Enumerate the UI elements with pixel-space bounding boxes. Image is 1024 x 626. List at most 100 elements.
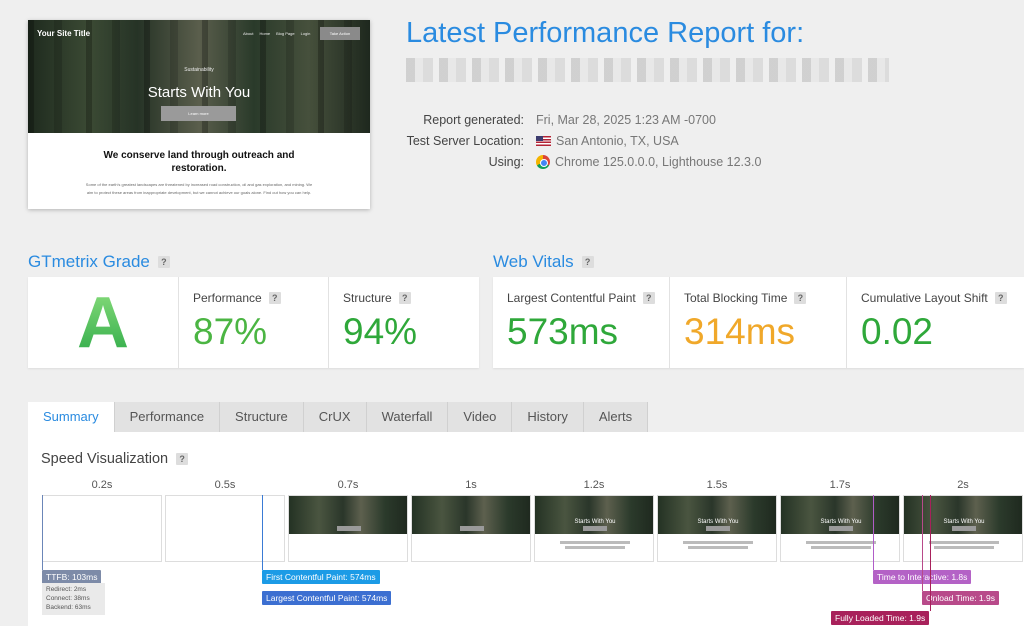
help-icon[interactable]: ? [157, 256, 170, 268]
structure-metric: Structure ? 94% [329, 277, 479, 368]
meta-label: Report generated: [423, 112, 524, 127]
help-icon[interactable]: ? [398, 292, 411, 304]
tab-structure[interactable]: Structure [220, 402, 304, 432]
frame-time-label: 1.5s [706, 479, 728, 491]
performance-metric: Performance ? 87% [179, 277, 329, 368]
report-title: Latest Performance Report for: [406, 17, 805, 49]
filmstrip-frame[interactable]: 0.5s [165, 478, 285, 562]
meta-label: Test Server Location: [406, 133, 524, 148]
preview-site-title: Your Site Title [37, 29, 91, 38]
lcp-label-row: Largest Contentful Paint ? [507, 291, 669, 305]
frame-hero-image [658, 496, 776, 534]
us-flag-icon [536, 135, 551, 146]
filmstrip-frame[interactable]: 1.5s Starts With You [657, 478, 777, 562]
preview-nav-item: About [243, 31, 254, 36]
report-tabs: Summary Performance Structure CrUX Water… [28, 402, 649, 432]
lcp-metric: Largest Contentful Paint ? 573ms [493, 277, 670, 368]
backend-time: Backend: 63ms [46, 604, 91, 611]
tab-crux[interactable]: CrUX [303, 402, 367, 432]
filmstrip-frame[interactable]: 0.2s [42, 478, 162, 562]
preview-cta-button: Take Action [320, 27, 360, 40]
filmstrip-frame[interactable]: 1.2s Starts With You [534, 478, 654, 562]
help-icon[interactable]: ? [268, 292, 281, 304]
filmstrip-frame[interactable]: 1s [411, 478, 531, 562]
frame-text-line [934, 546, 994, 549]
frame-text-line [929, 541, 999, 544]
speed-visualization-title: Speed Visualization [41, 451, 169, 467]
cls-label: Cumulative Layout Shift [861, 291, 988, 305]
fully-loaded-marker: Fully Loaded Time: 1.9s [831, 611, 930, 625]
chrome-icon [536, 154, 550, 169]
help-icon[interactable]: ? [794, 292, 807, 304]
fcp-marker-line [262, 495, 263, 570]
lcp-value: 573ms [507, 311, 619, 352]
frame-screenshot [411, 495, 531, 562]
preview-headline: We conserve land through outreach and re… [103, 150, 295, 174]
meta-row-location: Test Server Location: San Antonio, TX, U… [406, 130, 836, 151]
tab-waterfall[interactable]: Waterfall [366, 402, 449, 432]
frame-hero-image [412, 496, 530, 534]
report-meta: Report generated: Fri, Mar 28, 2025 1:23… [406, 109, 836, 172]
cls-metric: Cumulative Layout Shift ? 0.02 [847, 277, 1024, 368]
fcp-marker: First Contentful Paint: 574ms [262, 570, 380, 584]
tab-alerts[interactable]: Alerts [583, 402, 649, 432]
frame-time-label: 1.7s [829, 479, 851, 491]
filmstrip-frame[interactable]: 1.7s Starts With You [780, 478, 900, 562]
frame-heading: Starts With You [697, 519, 739, 525]
grade-letter: A [77, 282, 129, 363]
frame-screenshot [288, 495, 408, 562]
browser-version: Chrome 125.0.0.0, Lighthouse 12.3.0 [555, 154, 762, 169]
filmstrip-frame[interactable]: 0.7s [288, 478, 408, 562]
ttfb-marker: TTFB: 103ms [42, 570, 102, 584]
lcp-label: Largest Contentful Paint [507, 291, 636, 305]
structure-value: 94% [343, 311, 418, 352]
gtmetrix-grade-heading: GTmetrix Grade ? [28, 252, 170, 272]
tab-performance[interactable]: Performance [114, 402, 221, 432]
grade-letter-box: A [28, 277, 179, 368]
lcp-marker: Largest Contentful Paint: 574ms [262, 591, 392, 605]
frame-heading: Starts With You [820, 519, 862, 525]
help-icon[interactable]: ? [994, 292, 1007, 304]
ttfb-marker-line [42, 495, 43, 570]
connect-time: Connect: 38ms [46, 595, 90, 602]
server-location: San Antonio, TX, USA [556, 133, 679, 148]
meta-value: Chrome 125.0.0.0, Lighthouse 12.3.0 [536, 154, 762, 169]
frame-time-label: 0.2s [91, 479, 113, 491]
help-icon[interactable]: ? [642, 292, 655, 304]
tab-history[interactable]: History [512, 402, 584, 432]
performance-label: Performance [193, 291, 262, 305]
onload-marker-line [922, 495, 923, 591]
frame-time-label: 1.2s [583, 479, 605, 491]
filmstrip-frame[interactable]: 2s Starts With You [903, 478, 1023, 562]
preview-kicker: Sustainability [184, 67, 214, 73]
structure-label: Structure [343, 291, 392, 305]
frame-text-line [688, 546, 748, 549]
tab-video[interactable]: Video [448, 402, 513, 432]
frame-text-line [811, 546, 871, 549]
help-icon[interactable]: ? [176, 453, 189, 465]
tab-summary[interactable]: Summary [28, 402, 115, 432]
frame-screenshot [42, 495, 162, 562]
frame-time-label: 1s [465, 479, 477, 491]
frame-time-label: 0.5s [214, 479, 236, 491]
preview-nav: About Home Blog Page Login [243, 31, 310, 36]
performance-value: 87% [193, 311, 268, 352]
tti-marker-line [873, 495, 874, 570]
frame-hero-image [535, 496, 653, 534]
ttfb-breakdown: Redirect: 2ms Connect: 38ms Backend: 63m… [42, 583, 105, 615]
speed-visualization-heading: Speed Visualization ? [41, 451, 189, 467]
summary-panel: Speed Visualization ? 0.2s 0.5s 0.7s 1s 1.2s… [28, 432, 1024, 626]
preview-nav-item: Home [259, 31, 271, 36]
tbt-label-row: Total Blocking Time ? [684, 291, 846, 305]
tbt-metric: Total Blocking Time ? 314ms [670, 277, 847, 368]
help-icon[interactable]: ? [581, 256, 594, 268]
frame-screenshot: Starts With You [903, 495, 1023, 562]
frame-time-label: 2s [957, 479, 969, 491]
grade-panel: A Performance ? 87% Structure ? 94% [28, 277, 479, 368]
frame-text-line [683, 541, 753, 544]
meta-row-using: Using: Chrome 125.0.0.0, Lighthouse 12.3… [406, 151, 836, 172]
cls-label-row: Cumulative Layout Shift ? [861, 291, 1024, 305]
preview-heading: Starts With You [147, 84, 251, 101]
structure-label-row: Structure ? [343, 291, 479, 305]
frame-text-line [565, 546, 625, 549]
